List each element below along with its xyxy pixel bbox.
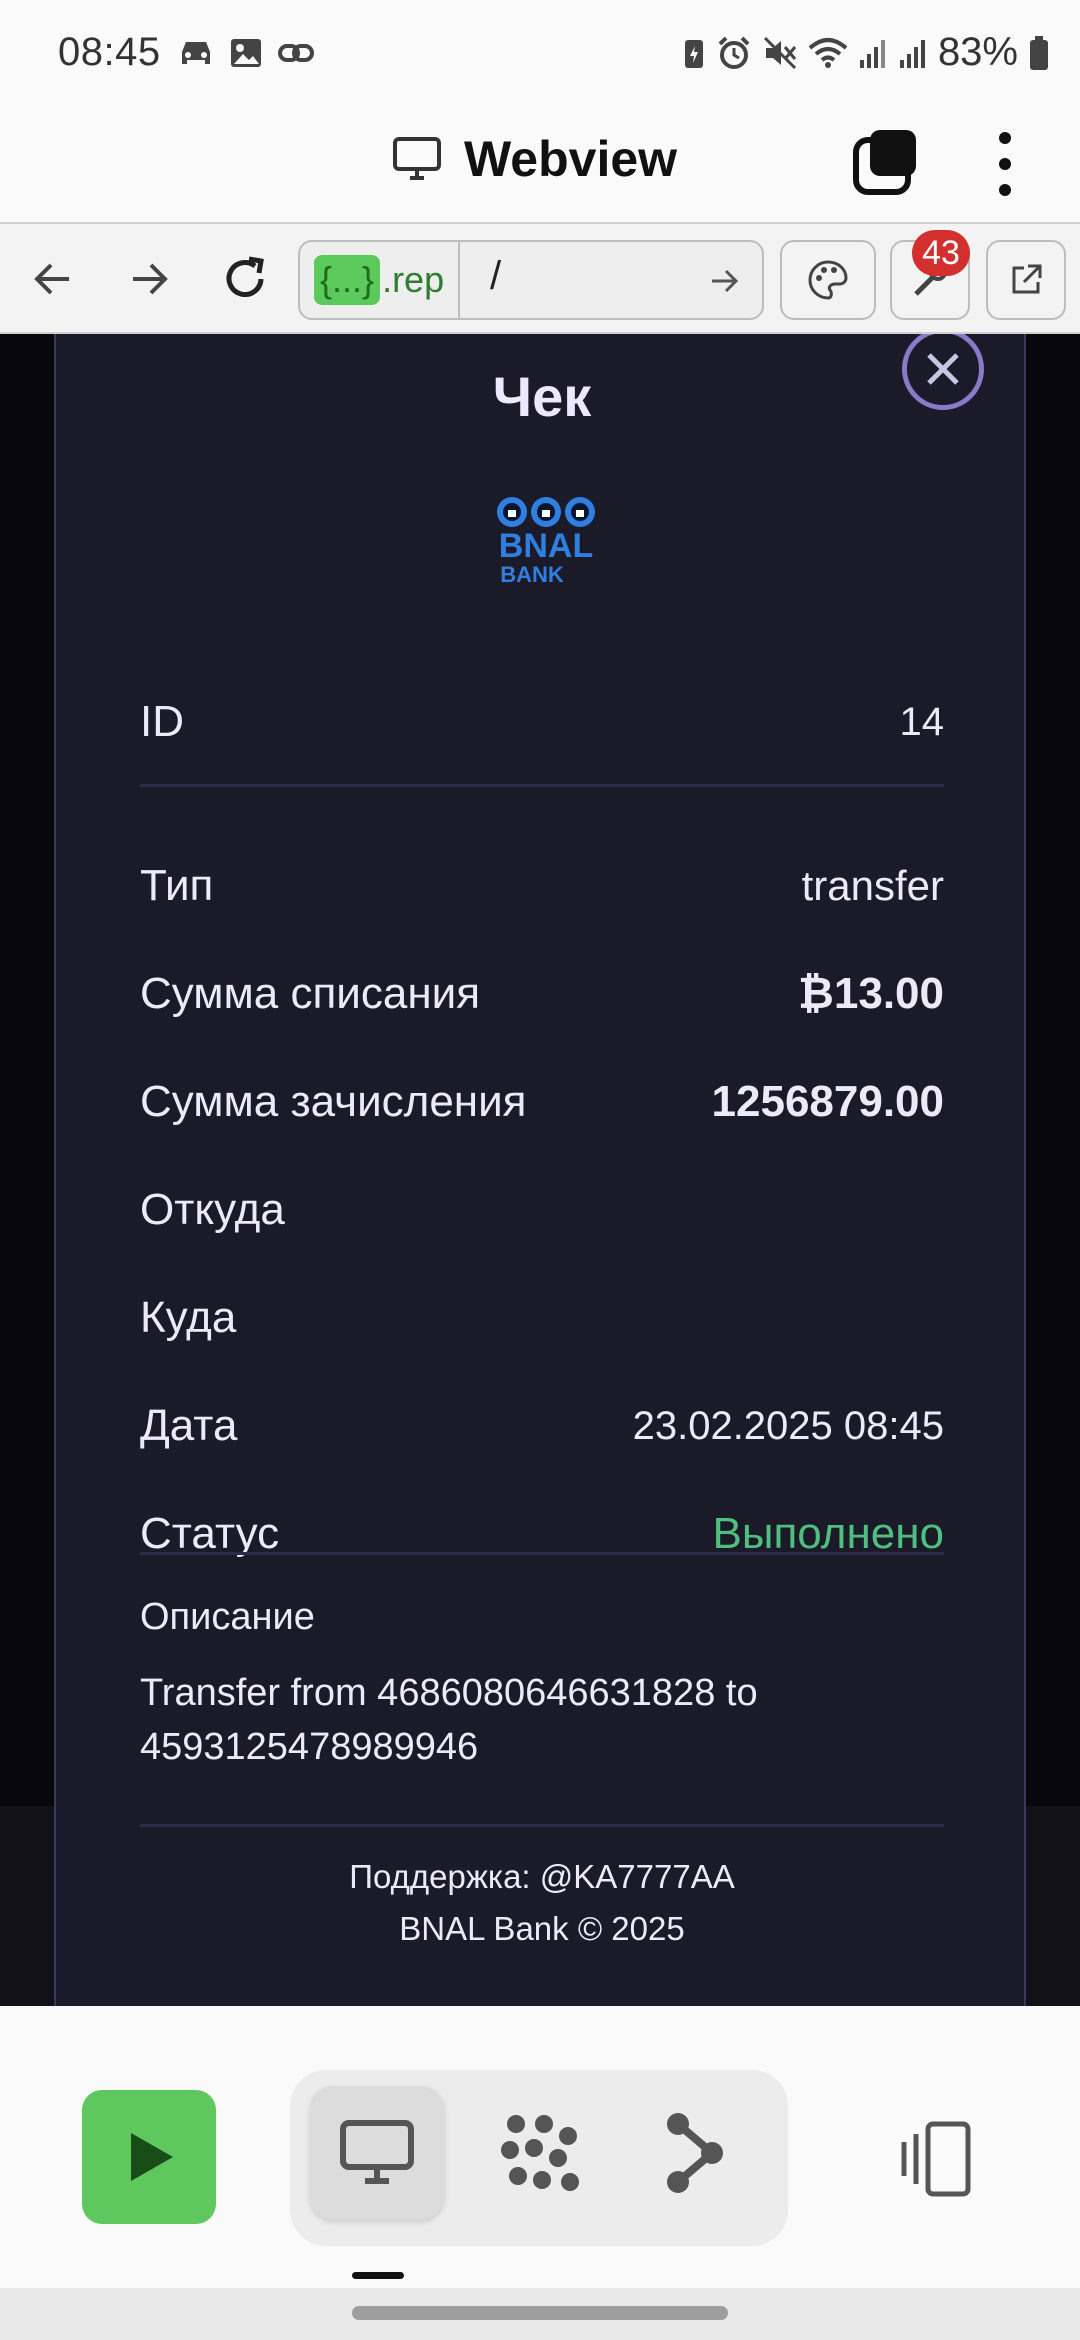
- mute-icon: [763, 36, 797, 69]
- url-host: .rep: [382, 259, 445, 300]
- arrow-left-icon: [34, 263, 69, 295]
- monitor-icon: [393, 137, 441, 180]
- support-contact: Поддержка: @KA7777AA: [349, 1858, 735, 1895]
- desktop-view-button[interactable]: [310, 2086, 444, 2220]
- date-label: Дата: [140, 1401, 238, 1450]
- rotate-screen-button[interactable]: [890, 2120, 980, 2200]
- forward-button[interactable]: [116, 246, 182, 312]
- receipt-modal: Чек BNAL BANK ID 14 Тип transfer Сумма с…: [54, 334, 1026, 2006]
- external-link-icon: [1012, 264, 1042, 294]
- signal-icon: [899, 39, 925, 68]
- row-date: Дата 23.02.2025 08:45: [140, 1396, 944, 1456]
- row-debit: Сумма списания ₿13.00: [140, 964, 944, 1024]
- debit-label: Сумма списания: [140, 969, 481, 1018]
- type-value: transfer: [801, 862, 944, 909]
- to-label: Куда: [140, 1293, 237, 1342]
- grid-view-button[interactable]: [472, 2086, 606, 2220]
- from-label: Откуда: [140, 1185, 285, 1234]
- bnal-bank-logo: BNAL BANK: [497, 497, 595, 587]
- url-domain: {...} .rep: [300, 242, 460, 318]
- credit-label: Сумма зачисления: [140, 1077, 527, 1126]
- rotate-screen-icon: [901, 2121, 971, 2197]
- webview-content: Чек BNAL BANK ID 14 Тип transfer Сумма с…: [0, 334, 1080, 2006]
- palette-icon: [808, 260, 848, 300]
- description-line-1: Transfer from 4686080646631828 to: [140, 1672, 758, 1714]
- app-title: Webview: [392, 130, 677, 188]
- tabs-icon: [853, 130, 916, 195]
- car-icon: [182, 42, 210, 64]
- battery-percent: 83%: [937, 30, 1018, 74]
- svg-text:BNAL: BNAL: [499, 527, 593, 565]
- description-line-2: 4593125478989946: [140, 1726, 479, 1768]
- alarm-icon: [718, 36, 750, 69]
- view-mode-switcher: [290, 2070, 788, 2246]
- url-badge: {...}: [314, 255, 381, 305]
- battery-saver-icon: [684, 39, 703, 68]
- receipt-title: Чек: [492, 365, 592, 428]
- back-button[interactable]: [20, 246, 86, 312]
- theme-button[interactable]: [780, 240, 876, 320]
- row-credit: Сумма зачисления 1256879.00: [140, 1072, 944, 1132]
- status-right-icons: 83%: [682, 30, 1050, 75]
- notification-badge: 43: [912, 230, 970, 276]
- reload-button[interactable]: [212, 246, 278, 312]
- type-label: Тип: [140, 861, 214, 910]
- divider: [140, 784, 944, 787]
- battery-icon: [1030, 35, 1048, 70]
- app-title-text: Webview: [464, 131, 678, 187]
- desktop-icon: [340, 2120, 414, 2184]
- run-button[interactable]: [82, 2090, 216, 2224]
- url-path-input[interactable]: /: [490, 254, 501, 299]
- graph-view-button[interactable]: [630, 2086, 764, 2220]
- app-bar: Webview: [0, 112, 1080, 222]
- url-bar[interactable]: {...} .rep /: [298, 240, 764, 320]
- row-to: Куда: [140, 1288, 944, 1348]
- row-type: Тип transfer: [140, 856, 944, 916]
- id-value: 14: [899, 699, 945, 744]
- gesture-pill[interactable]: [352, 2306, 728, 2320]
- copyright: BNAL Bank © 2025: [399, 1910, 685, 1947]
- status-left-icons: [176, 36, 316, 70]
- link-icon: [278, 44, 314, 62]
- description-label: Описание: [140, 1596, 315, 1638]
- credit-value: 1256879.00: [711, 1077, 944, 1126]
- home-indicator: [352, 2272, 404, 2279]
- row-id: ID 14: [140, 692, 944, 752]
- arrow-right-icon: [133, 263, 168, 295]
- open-external-button[interactable]: [986, 240, 1066, 320]
- graph-node-icon: [667, 2113, 723, 2193]
- status-bar: 08:45 83%: [0, 0, 1080, 112]
- go-arrow-icon[interactable]: [708, 264, 742, 298]
- overflow-menu-button[interactable]: [990, 124, 1020, 204]
- wifi-icon: [808, 37, 848, 68]
- row-status: Статус Выполнено: [140, 1504, 944, 1564]
- signal-icon: [859, 39, 885, 68]
- play-icon: [131, 2133, 173, 2181]
- svg-text:BANK: BANK: [500, 562, 564, 587]
- id-label: ID: [140, 697, 184, 746]
- date-value: 23.02.2025 08:45: [632, 1403, 944, 1448]
- bottom-toolbar: [0, 2006, 1080, 2340]
- status-time: 08:45: [58, 30, 161, 74]
- divider: [140, 1824, 944, 1827]
- tabs-button[interactable]: [852, 126, 924, 198]
- debit-value: ₿13.00: [798, 969, 944, 1018]
- row-from: Откуда: [140, 1180, 944, 1240]
- divider: [140, 1552, 944, 1555]
- image-icon: [231, 39, 261, 67]
- reload-icon: [226, 256, 264, 297]
- grid-dots-icon: [501, 2115, 579, 2191]
